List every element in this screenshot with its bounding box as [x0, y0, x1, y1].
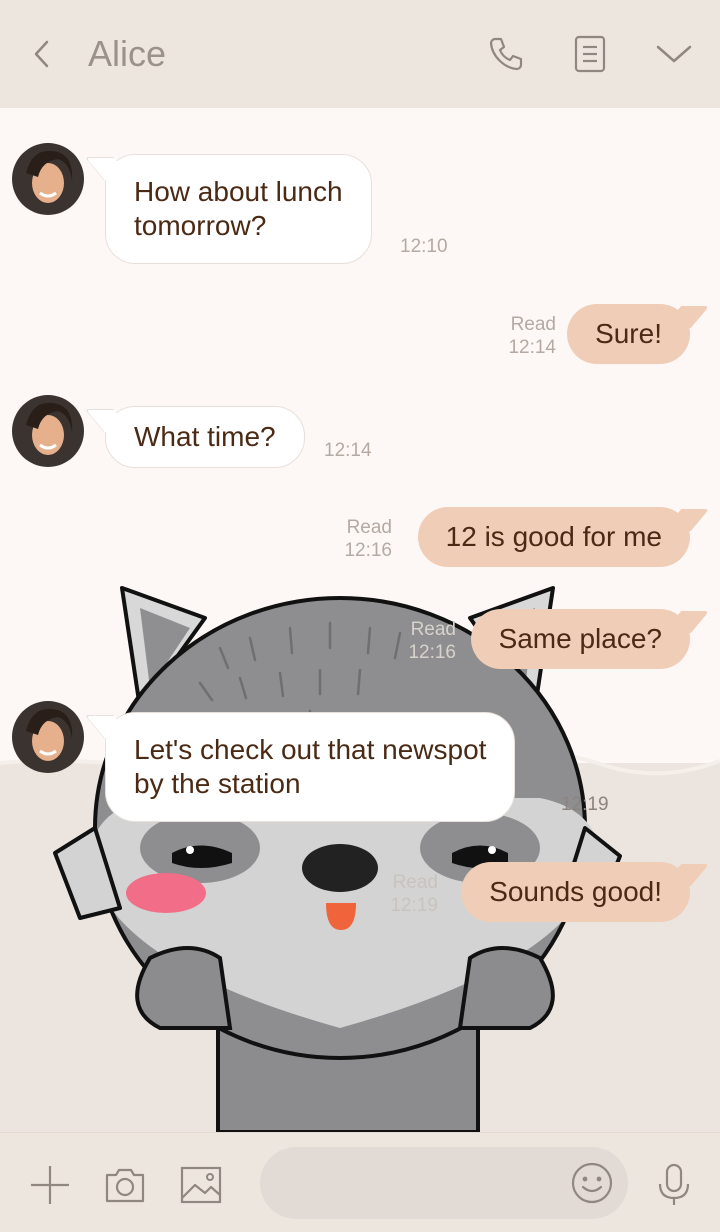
- message-meta: Read 12:16: [344, 516, 392, 562]
- plus-icon: [31, 1166, 69, 1204]
- add-button[interactable]: [26, 1161, 74, 1209]
- outgoing-message-bubble[interactable]: Same place?: [470, 609, 690, 669]
- contact-avatar[interactable]: [12, 143, 84, 215]
- emoji-button[interactable]: [568, 1159, 616, 1207]
- phone-icon: [489, 37, 523, 71]
- message-time: 12:10: [400, 236, 448, 257]
- microphone-icon: [658, 1163, 690, 1205]
- message-text-line: by the station: [134, 768, 301, 799]
- gallery-button[interactable]: [177, 1161, 225, 1209]
- message-text: 12 is good for me: [445, 521, 662, 552]
- message-text: Same place?: [498, 623, 662, 654]
- camera-button[interactable]: [101, 1161, 149, 1209]
- message-text-line: Let's check out that newspot: [134, 734, 487, 765]
- avatar-photo: [12, 143, 84, 215]
- chevron-down-icon: [656, 45, 692, 63]
- outgoing-message-bubble[interactable]: 12 is good for me: [417, 507, 690, 567]
- message-time: 12:14: [324, 440, 372, 461]
- message-time: 12:16: [344, 540, 392, 561]
- chevron-left-icon: [34, 40, 49, 68]
- message-time: 12:16: [408, 642, 456, 663]
- message-text-line: tomorrow?: [134, 210, 267, 241]
- avatar-photo: [12, 395, 84, 467]
- read-receipt: Read: [510, 314, 556, 335]
- chat-title: Alice: [88, 33, 167, 74]
- message-text-line: How about lunch: [134, 176, 343, 207]
- outgoing-message-bubble[interactable]: Sounds good!: [461, 862, 690, 922]
- message-text: What time?: [134, 421, 276, 452]
- incoming-message-bubble[interactable]: How about lunch tomorrow?: [105, 154, 372, 264]
- message-text: Sounds good!: [489, 876, 662, 907]
- contact-avatar[interactable]: [12, 395, 84, 467]
- message-meta: Read 12:14: [508, 313, 556, 359]
- notes-button[interactable]: [566, 30, 614, 78]
- message-time: 12:19: [390, 895, 438, 916]
- image-icon: [180, 1166, 222, 1204]
- chat-area[interactable]: How about lunch tomorrow? 12:10 Read 12:…: [0, 108, 720, 1132]
- incoming-message-bubble[interactable]: What time?: [105, 406, 305, 468]
- message-meta: Read 12:19: [390, 871, 438, 917]
- incoming-message-bubble[interactable]: Let's check out that newspot by the stat…: [105, 712, 516, 822]
- message-composer: [0, 1132, 720, 1232]
- back-button[interactable]: [22, 30, 62, 78]
- message-time: 12:14: [508, 337, 556, 358]
- read-receipt: Read: [410, 619, 456, 640]
- message-time: 12:19: [561, 794, 609, 815]
- message-text: Sure!: [595, 318, 662, 349]
- outgoing-message-bubble[interactable]: Sure!: [567, 304, 690, 364]
- menu-dropdown-button[interactable]: [650, 30, 698, 78]
- voice-message-button[interactable]: [650, 1161, 698, 1209]
- read-receipt: Read: [392, 872, 438, 893]
- notes-icon: [574, 35, 606, 73]
- smiley-icon: [571, 1162, 613, 1204]
- avatar-photo: [12, 701, 84, 773]
- read-receipt: Read: [346, 517, 392, 538]
- message-meta: Read 12:16: [408, 618, 456, 664]
- call-button[interactable]: [482, 30, 530, 78]
- chat-header: Alice: [0, 0, 720, 108]
- camera-icon: [105, 1168, 145, 1203]
- contact-avatar[interactable]: [12, 701, 84, 773]
